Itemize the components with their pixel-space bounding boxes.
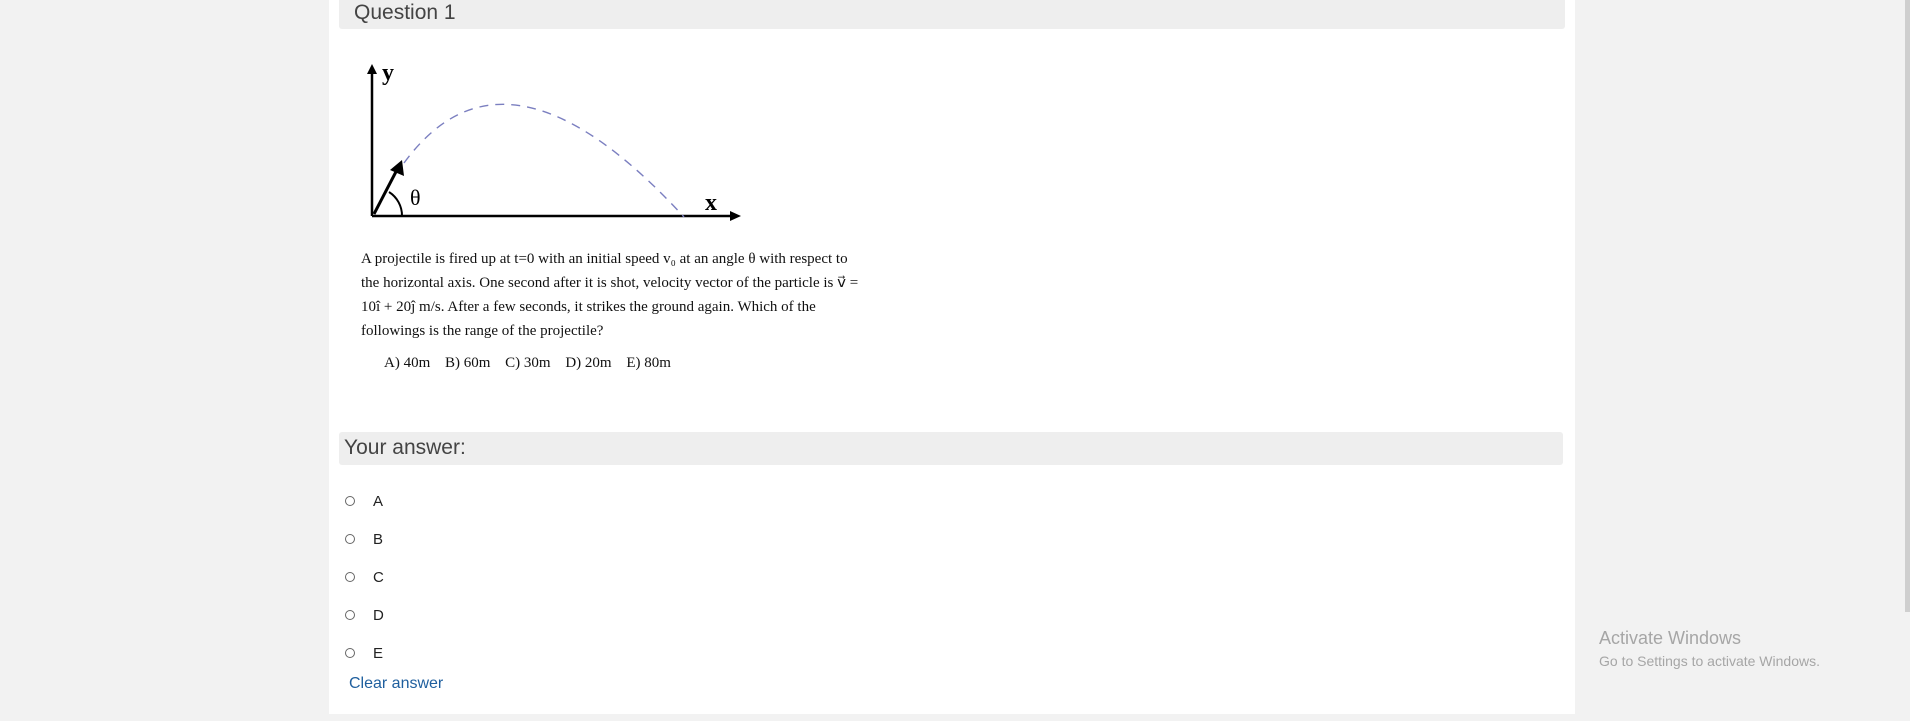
radio-d[interactable]	[345, 610, 355, 620]
option-c[interactable]: C	[345, 567, 384, 587]
option-d-label: D	[373, 606, 384, 624]
page: Question 1 θ y x A projectile is fired u…	[0, 0, 1910, 721]
radio-e[interactable]	[345, 648, 355, 658]
option-a-label: A	[373, 492, 384, 510]
watermark-title: Activate Windows	[1599, 628, 1742, 648]
watermark-subtitle: Go to Settings to activate Windows.	[1599, 653, 1820, 669]
option-b-label: B	[373, 530, 384, 548]
option-e-label: E	[373, 644, 384, 662]
projectile-diagram: θ y x	[367, 60, 741, 221]
option-e[interactable]: E	[345, 643, 383, 663]
option-b[interactable]: B	[345, 529, 383, 549]
page-scrollbar[interactable]	[1905, 0, 1910, 612]
x-axis-label: x	[705, 190, 717, 216]
angle-arc	[388, 191, 404, 217]
x-axis-arrow	[730, 211, 741, 221]
option-c-label: C	[373, 568, 384, 586]
radio-b[interactable]	[345, 534, 355, 544]
problem-line: A projectile is fired up at t=0 with an …	[361, 251, 848, 267]
choice-b-text: B) 60m	[445, 355, 491, 371]
clear-answer-link[interactable]: Clear answer	[349, 675, 443, 693]
choice-e-text: E) 80m	[626, 355, 671, 371]
choice-a-text: A) 40m	[384, 355, 431, 371]
activate-windows-watermark: Activate Windows Go to Settings to activ…	[1599, 628, 1820, 669]
problem-line: 10î + 20ĵ m/s. After a few seconds, it s…	[361, 299, 816, 315]
y-axis-arrow	[367, 64, 377, 74]
problem-line: the horizontal axis. One second after it…	[361, 275, 859, 291]
radio-a[interactable]	[345, 496, 355, 506]
velocity-arrowhead	[390, 160, 404, 176]
problem-line: followings is the range of the projectil…	[361, 323, 604, 339]
problem-statement: A projectile is fired up at t=0 with an …	[361, 247, 951, 343]
angle-label: θ	[410, 185, 421, 210]
your-answer-title: Your answer:	[344, 436, 466, 459]
choice-d-text: D) 20m	[565, 355, 612, 371]
trajectory-path	[403, 103, 685, 218]
radio-c[interactable]	[345, 572, 355, 582]
option-a[interactable]: A	[345, 491, 383, 511]
y-axis-label: y	[382, 60, 394, 86]
question-title: Question 1	[354, 1, 456, 24]
answer-choices-text: A) 40m B) 60m C) 30m D) 20m E) 80m	[384, 355, 682, 372]
option-d[interactable]: D	[345, 605, 384, 625]
choice-c-text: C) 30m	[505, 355, 551, 371]
your-answer-header: Your answer:	[339, 432, 1563, 465]
question-card: Question 1 θ y x A projectile is fired u…	[329, 0, 1575, 714]
question-header: Question 1	[339, 0, 1565, 29]
